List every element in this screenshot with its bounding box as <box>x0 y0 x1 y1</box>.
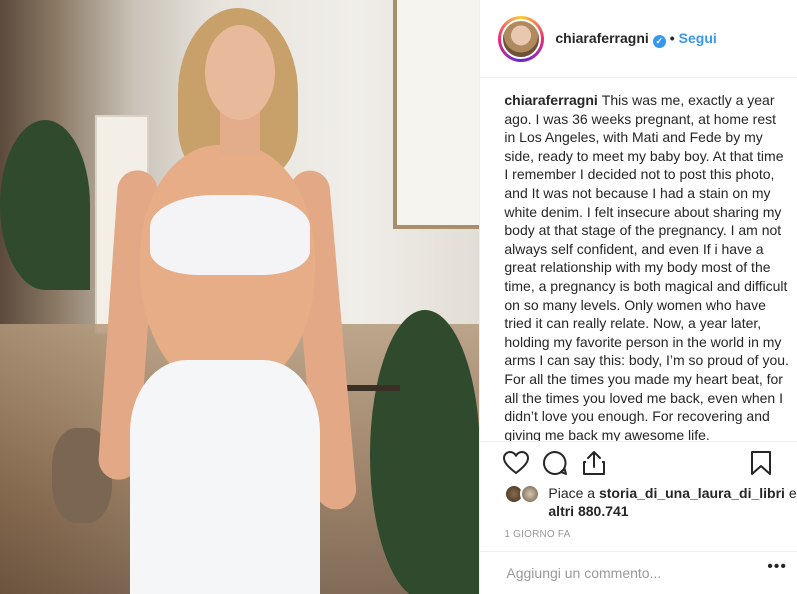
share-icon[interactable] <box>582 450 606 476</box>
caption-username[interactable]: chiaraferragni <box>504 92 597 108</box>
comment-box <box>480 551 797 594</box>
follow-button[interactable]: Segui <box>679 30 717 46</box>
header-separator: • <box>669 29 675 46</box>
post-side-panel: chiaraferragni ✓ • Segui chiaraferragni This… <box>479 0 797 594</box>
action-bar <box>480 441 797 482</box>
comment-bubble-icon[interactable] <box>542 450 568 476</box>
likes-prefix: Piace a <box>548 485 596 501</box>
likes-others-link[interactable]: altri 880.741 <box>548 503 628 519</box>
liker-avatar[interactable] <box>520 484 541 504</box>
story-ring[interactable] <box>498 15 545 62</box>
person-white-bra <box>150 195 310 275</box>
likes-and: e <box>788 485 797 501</box>
background-plant-left <box>0 120 90 290</box>
heart-icon[interactable] <box>503 451 530 475</box>
header-username[interactable]: chiaraferragni <box>555 30 648 46</box>
caption: chiaraferragni This was me, exactly a yea… <box>504 91 789 441</box>
post-photo[interactable] <box>0 0 480 594</box>
instagram-post: chiaraferragni ✓ • Segui chiaraferragni This… <box>0 0 797 594</box>
post-timestamp[interactable]: 1 GIORNO FA <box>504 529 570 540</box>
likes-summary: Piace a storia_di_una_laura_di_libri e a… <box>504 484 797 520</box>
liker-avatars <box>504 484 542 504</box>
person-white-jeans <box>130 360 320 594</box>
header-user: chiaraferragni ✓ • Segui <box>555 29 717 48</box>
bookmark-icon[interactable] <box>750 450 772 476</box>
likes-user-link[interactable]: storia_di_una_laura_di_libri <box>599 485 785 501</box>
verified-badge-icon: ✓ <box>652 34 666 48</box>
avatar[interactable] <box>501 18 542 59</box>
person-face <box>205 25 275 120</box>
comment-input[interactable] <box>504 564 749 582</box>
more-options-icon[interactable]: ••• <box>767 558 787 576</box>
post-header: chiaraferragni ✓ • Segui <box>480 0 797 78</box>
background-plant-right <box>370 310 480 594</box>
background-picture-frame <box>393 0 480 229</box>
caption-text: This was me, exactly a year ago. I was 3… <box>504 92 789 441</box>
likes-text: Piace a storia_di_una_laura_di_libri e a… <box>548 484 797 520</box>
